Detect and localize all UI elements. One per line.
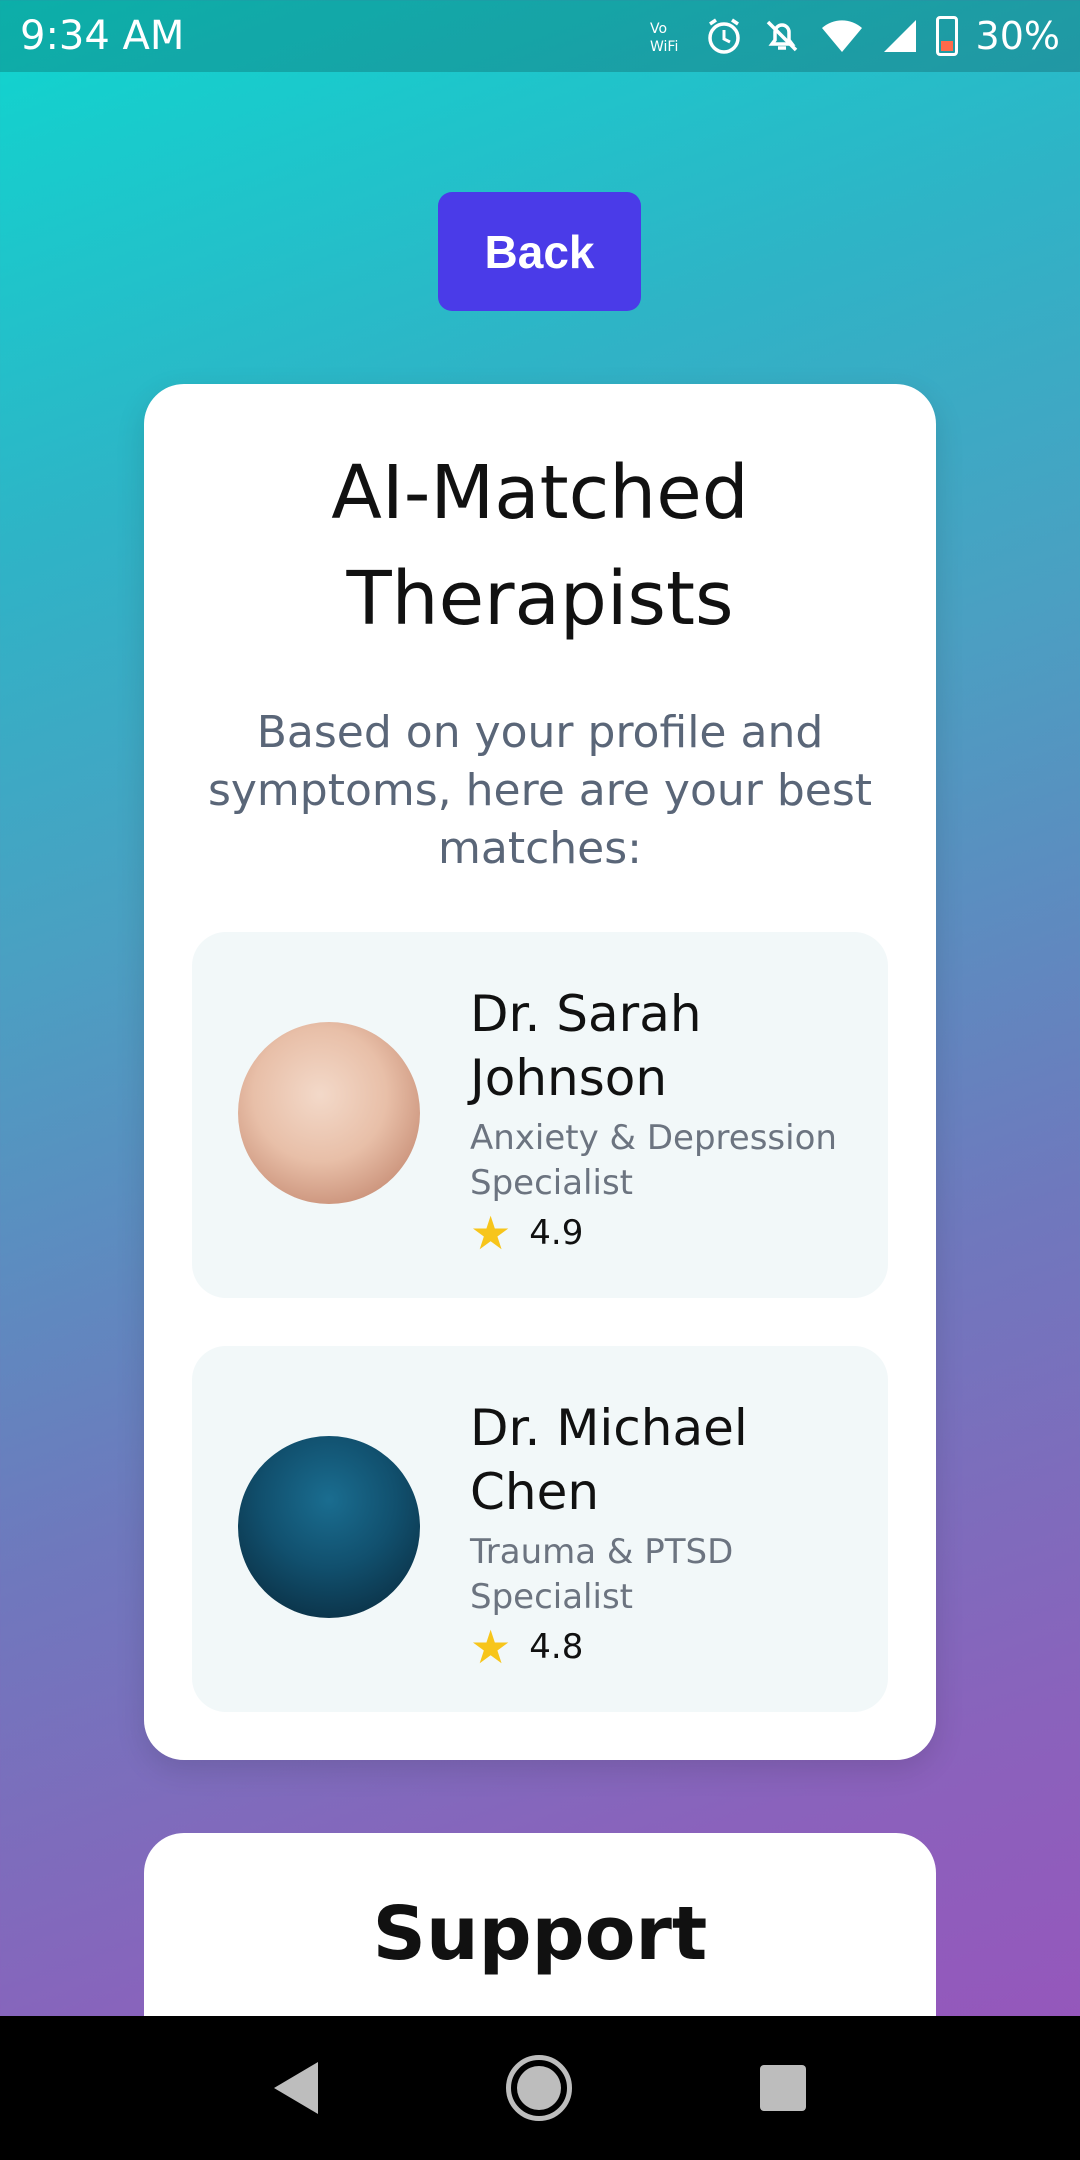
alarm-icon [704,16,744,56]
therapist-name: Dr. Michael Chen [470,1396,870,1524]
nav-home-icon[interactable] [506,2055,572,2121]
therapist-specialty: Anxiety & Depression Specialist [470,1116,870,1206]
card-title: AI-Matched Therapists [144,440,936,652]
therapist-name-line2: Chen [470,1463,600,1521]
battery-percent: 30% [975,14,1060,58]
card-subtitle: Based on your profile and symptoms, here… [207,707,873,874]
rating-value: 4.9 [529,1213,584,1253]
wifi-icon [820,18,864,54]
therapist-card-sarah-johnson[interactable]: Dr. Sarah Johnson Anxiety & Depression S… [192,932,888,1298]
therapist-name: Dr. Sarah Johnson [470,982,870,1110]
signal-icon [882,18,918,54]
card-title-line2: Therapists [346,556,734,642]
avatar [238,1436,420,1618]
star-icon: ★ [470,1620,512,1674]
svg-text:WiFi: WiFi [650,39,678,55]
star-icon: ★ [470,1206,512,1260]
therapists-card: AI-Matched Therapists Based on your prof… [144,384,936,1760]
svg-text:Vo: Vo [650,21,667,37]
battery-icon [935,16,958,56]
therapist-card-michael-chen[interactable]: Dr. Michael Chen Trauma & PTSD Specialis… [192,1346,888,1712]
therapist-name-line1: Dr. Michael [470,1399,748,1457]
support-card-title: Support [372,1891,708,1977]
notifications-off-icon [762,16,802,56]
therapist-specialty-line2: Specialist [470,1577,633,1617]
card-title-line1: AI-Matched [331,450,749,536]
therapist-specialty-line1: Trauma & PTSD [470,1532,734,1572]
back-button[interactable]: Back [438,192,641,311]
status-bar: 9:34 AM Vo WiFi 30% [0,0,1080,72]
therapist-rating: ★ 4.8 [470,1624,870,1670]
therapist-specialty-line2: Specialist [470,1163,633,1203]
avatar [238,1022,420,1204]
therapist-info: Dr. Sarah Johnson Anxiety & Depression S… [470,982,870,1256]
therapist-name-line2: Johnson [470,1049,668,1107]
therapist-rating: ★ 4.9 [470,1210,870,1256]
rating-value: 4.8 [529,1627,584,1667]
nav-recents-icon[interactable] [760,2065,806,2111]
status-icons: Vo WiFi 30% [648,14,1060,58]
navigation-bar [0,2016,1080,2160]
therapist-specialty-line1: Anxiety & Depression [470,1118,837,1158]
nav-back-icon[interactable] [274,2062,318,2114]
status-time: 9:34 AM [20,13,185,59]
therapist-info: Dr. Michael Chen Trauma & PTSD Specialis… [470,1396,870,1670]
vowifi-icon: Vo WiFi [648,17,686,55]
therapist-name-line1: Dr. Sarah [470,985,702,1043]
therapist-specialty: Trauma & PTSD Specialist [470,1530,870,1620]
